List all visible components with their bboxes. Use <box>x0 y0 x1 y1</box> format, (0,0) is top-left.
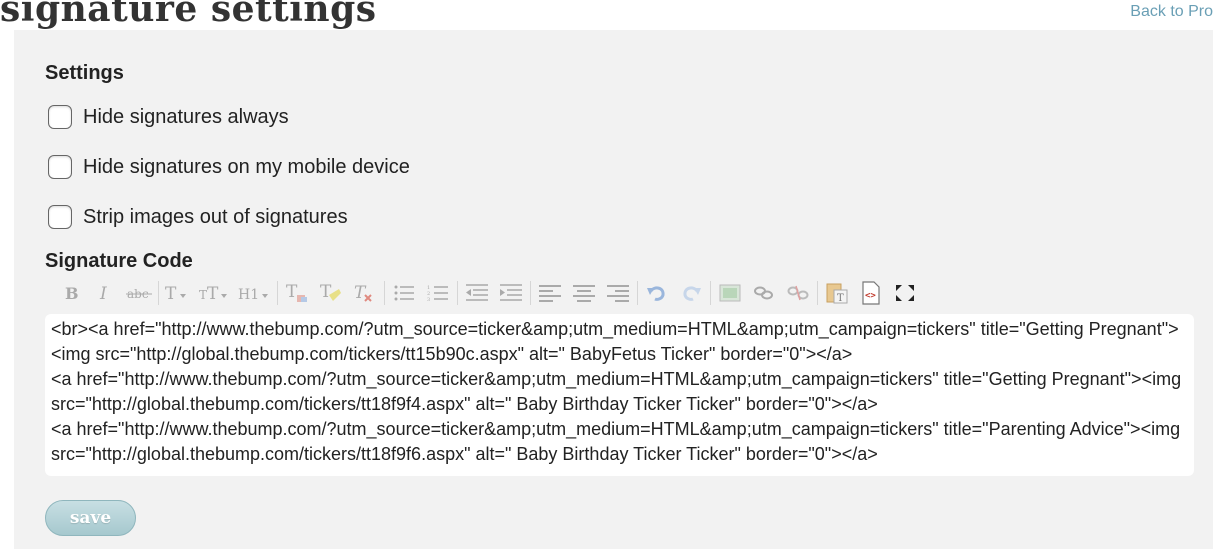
clear-format-icon[interactable]: T <box>348 279 382 307</box>
svg-text:H1: H1 <box>238 287 259 302</box>
bold-icon[interactable]: B <box>54 279 88 307</box>
settings-heading: Settings <box>45 62 124 84</box>
align-left-icon[interactable] <box>533 279 567 307</box>
svg-text:3: 3 <box>427 297 430 302</box>
save-button[interactable]: save <box>45 500 136 536</box>
text-color-icon[interactable]: T <box>280 279 314 307</box>
outdent-icon[interactable] <box>460 279 494 307</box>
svg-text:T: T <box>320 283 332 302</box>
italic-icon[interactable]: I <box>88 279 122 307</box>
heading-icon[interactable]: H1 <box>235 279 275 307</box>
svg-text:T: T <box>286 283 298 302</box>
option-hide-signatures-mobile[interactable]: Hide signatures on my mobile device <box>48 153 410 181</box>
toolbar-separator <box>530 281 531 305</box>
align-right-icon[interactable] <box>601 279 635 307</box>
toolbar-separator <box>817 281 818 305</box>
paste-text-icon[interactable]: T <box>820 279 854 307</box>
font-family-icon[interactable]: TT <box>195 279 235 307</box>
toolbar-separator <box>710 281 711 305</box>
hide-mobile-checkbox[interactable] <box>48 155 72 179</box>
toolbar-separator <box>457 281 458 305</box>
svg-text:<>: <> <box>865 291 876 301</box>
svg-text:B: B <box>65 285 78 301</box>
option-hide-signatures-always[interactable]: Hide signatures always <box>48 103 289 131</box>
svg-text:I: I <box>99 285 107 301</box>
align-center-icon[interactable] <box>567 279 601 307</box>
toolbar-separator <box>158 281 159 305</box>
svg-text:T: T <box>837 293 844 304</box>
hide-always-checkbox[interactable] <box>48 105 72 129</box>
font-size-icon[interactable]: T <box>161 279 195 307</box>
option-label: Hide signatures always <box>83 105 289 128</box>
toolbar-separator <box>384 281 385 305</box>
toolbar-separator <box>637 281 638 305</box>
indent-icon[interactable] <box>494 279 528 307</box>
unlink-icon[interactable] <box>781 279 815 307</box>
signature-code-editor[interactable]: <br><a href="http://www.thebump.com/?utm… <box>45 314 1194 476</box>
option-label: Strip images out of signatures <box>83 205 348 228</box>
undo-icon[interactable] <box>640 279 674 307</box>
editor-toolbar: B I abc T TT H1 T T T 12 3 T <> <box>54 279 922 307</box>
link-icon[interactable] <box>747 279 781 307</box>
signature-code-heading: Signature Code <box>45 250 193 272</box>
source-code-icon[interactable]: <> <box>854 279 888 307</box>
numbered-list-icon[interactable]: 123 <box>421 279 455 307</box>
toolbar-separator <box>277 281 278 305</box>
svg-text:T: T <box>207 284 219 302</box>
strip-images-checkbox[interactable] <box>48 205 72 229</box>
redo-icon[interactable] <box>674 279 708 307</box>
highlight-icon[interactable]: T <box>314 279 348 307</box>
settings-panel: Settings Hide signatures always Hide sig… <box>14 30 1213 549</box>
option-label: Hide signatures on my mobile device <box>83 155 410 178</box>
option-strip-images[interactable]: Strip images out of signatures <box>48 203 348 231</box>
bullet-list-icon[interactable] <box>387 279 421 307</box>
strikethrough-icon[interactable]: abc <box>122 279 156 307</box>
svg-text:T: T <box>165 284 177 302</box>
fullscreen-icon[interactable] <box>888 279 922 307</box>
svg-text:T: T <box>199 288 207 302</box>
image-icon[interactable] <box>713 279 747 307</box>
back-to-profile-link[interactable]: Back to Pro <box>1130 3 1213 21</box>
page-title: signature settings <box>0 0 377 30</box>
